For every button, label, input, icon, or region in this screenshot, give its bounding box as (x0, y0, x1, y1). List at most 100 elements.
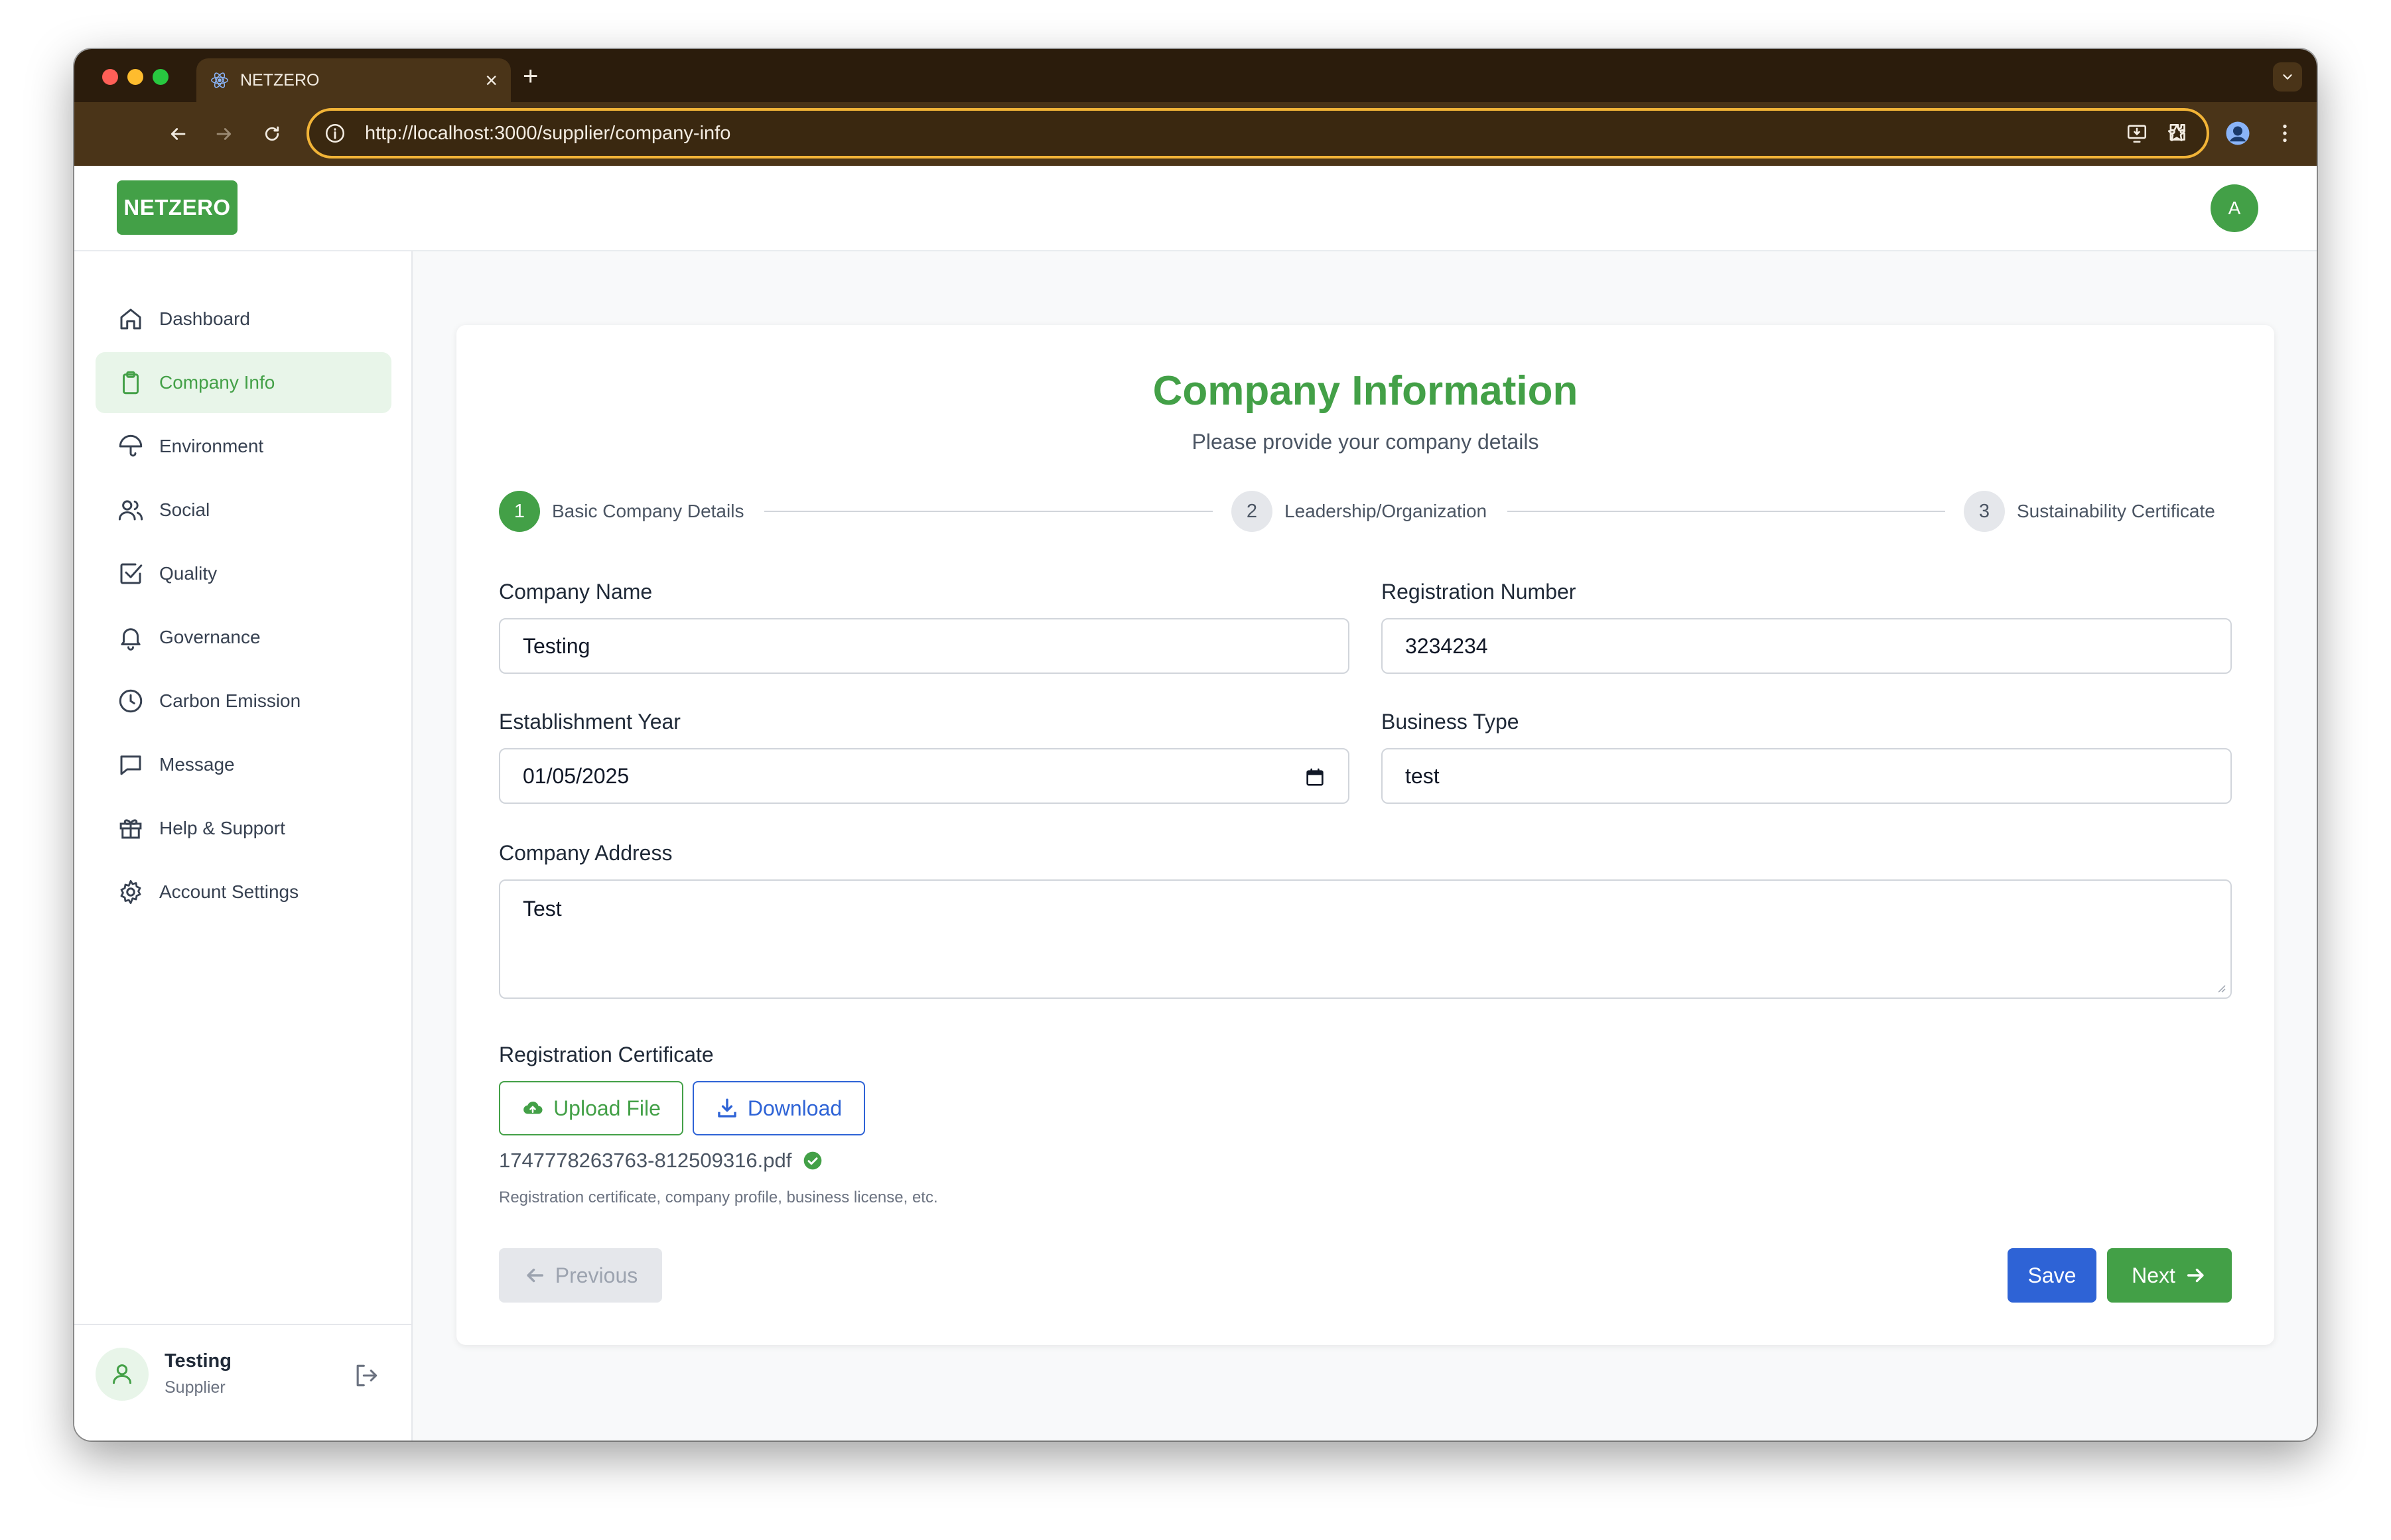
establishment-year-input[interactable]: 01/05/2025 (499, 748, 1349, 804)
users-icon (118, 500, 143, 521)
registration-number-value: 3234234 (1405, 633, 1488, 658)
sidebar-item-dashboard[interactable]: Dashboard (96, 289, 391, 350)
page-title: Company Information (1152, 368, 1578, 414)
page-subtitle: Please provide your company details (1192, 430, 1539, 454)
company-name-label: Company Name (499, 580, 653, 604)
sidebar-item-company-info[interactable]: Company Info (96, 352, 391, 413)
establishment-year-value: 01/05/2025 (523, 763, 630, 788)
profile-avatar-icon[interactable] (2224, 119, 2252, 147)
sidebar-item-label: Dashboard (159, 308, 250, 329)
step-number: 1 (499, 491, 540, 532)
browser-toolbar: http://localhost:3000/supplier/company-i… (74, 102, 2317, 166)
sidebar-item-environment[interactable]: Environment (96, 416, 391, 477)
next-label: Next (2132, 1263, 2175, 1287)
reload-button[interactable] (257, 119, 287, 149)
minimize-window-button[interactable] (127, 69, 143, 85)
sidebar-item-help-support[interactable]: Help & Support (96, 798, 391, 859)
previous-label: Previous (555, 1263, 638, 1287)
step-number: 2 (1231, 491, 1272, 532)
form-stepper: 1 Basic Company Details 2 Leadership/Org… (499, 489, 2232, 533)
tab-title: NETZERO (240, 70, 320, 90)
home-icon (120, 308, 141, 330)
sidebar-item-quality[interactable]: Quality (96, 543, 391, 604)
company-address-textarea[interactable]: Test (499, 879, 2232, 999)
arrow-right-icon (2187, 1268, 2204, 1283)
extensions-puzzle-icon[interactable] (2165, 121, 2191, 146)
maximize-window-button[interactable] (153, 69, 169, 85)
browser-window: NETZERO × + http://localhost:3000/suppli… (74, 49, 2317, 1441)
user-role: Supplier (165, 1378, 226, 1397)
tab-search-button[interactable] (2273, 62, 2302, 92)
download-button[interactable]: Download (693, 1081, 865, 1135)
sidebar-item-label: Company Info (159, 372, 275, 393)
company-info-card: Company Information Please provide your … (456, 325, 2274, 1345)
bell-icon (121, 628, 141, 651)
user-avatar-button[interactable]: A (2211, 184, 2258, 232)
tab-close-icon[interactable]: × (485, 70, 498, 91)
sidebar-nav: Dashboard Company Info Environment Socia… (96, 289, 391, 925)
resize-handle-icon[interactable] (2215, 982, 2226, 994)
step-label: Leadership/Organization (1284, 501, 1487, 521)
user-name: Testing (165, 1350, 232, 1372)
upload-file-button[interactable]: Upload File (499, 1081, 683, 1135)
sidebar-item-governance[interactable]: Governance (96, 607, 391, 668)
arrow-right-icon (216, 128, 232, 140)
step-connector (1507, 511, 1945, 512)
check-square-icon (120, 563, 143, 584)
uploaded-file-name: 1747778263763-812509316.pdf (499, 1149, 792, 1172)
address-bar[interactable]: http://localhost:3000/supplier/company-i… (307, 108, 2209, 159)
business-type-label: Business Type (1381, 710, 1519, 734)
sidebar-item-label: Governance (159, 627, 261, 647)
gear-icon (120, 879, 141, 905)
browser-tab[interactable]: NETZERO × (196, 58, 511, 102)
netzero-logo[interactable]: NETZERO (117, 180, 238, 235)
uploaded-file[interactable]: 1747778263763-812509316.pdf (499, 1149, 823, 1173)
forward-button[interactable] (210, 119, 239, 149)
sidebar-item-social[interactable]: Social (96, 480, 391, 541)
sidebar: Dashboard Company Info Environment Socia… (74, 251, 413, 1441)
save-label: Save (2027, 1263, 2077, 1287)
establishment-year-label: Establishment Year (499, 710, 681, 734)
user-avatar (96, 1348, 149, 1401)
browser-menu-icon[interactable] (2273, 121, 2297, 146)
sidebar-item-label: Social (159, 499, 210, 520)
registration-number-input[interactable]: 3234234 (1381, 618, 2232, 674)
company-name-input[interactable]: Testing (499, 618, 1349, 674)
sidebar-item-carbon-emission[interactable]: Carbon Emission (96, 671, 391, 732)
business-type-input[interactable]: test (1381, 748, 2232, 804)
previous-button[interactable]: Previous (499, 1248, 662, 1303)
umbrella-icon (119, 434, 143, 457)
clock-icon (119, 689, 143, 713)
app-root: NETZERO A Dashboard Company Info Environ… (74, 166, 2317, 1441)
sidebar-item-label: Help & Support (159, 818, 285, 838)
sidebar-item-message[interactable]: Message (96, 734, 391, 795)
sidebar-item-account-settings[interactable]: Account Settings (96, 862, 391, 923)
next-button[interactable]: Next (2107, 1248, 2232, 1303)
certificate-hint: Registration certificate, company profil… (499, 1188, 938, 1206)
react-favicon-icon (211, 72, 228, 88)
gift-icon (119, 819, 142, 839)
back-button[interactable] (163, 119, 192, 149)
install-app-icon[interactable] (2126, 122, 2148, 145)
user-icon (113, 1364, 131, 1384)
company-address-label: Company Address (499, 841, 673, 865)
calendar-icon[interactable] (1304, 767, 1326, 788)
new-tab-button[interactable]: + (523, 60, 538, 93)
arrow-left-icon (527, 1268, 543, 1283)
sidebar-item-label: Quality (159, 563, 218, 584)
app-header: NETZERO A (74, 166, 2317, 251)
close-window-button[interactable] (102, 69, 118, 85)
site-info-icon[interactable] (324, 122, 346, 145)
company-name-value: Testing (523, 633, 590, 658)
chevron-down-icon (2283, 74, 2292, 80)
step-connector (764, 511, 1213, 512)
logout-icon[interactable] (352, 1361, 381, 1390)
registration-certificate-label: Registration Certificate (499, 1043, 714, 1066)
step-sustainability-certificate[interactable]: 3 Sustainability Certificate (1964, 489, 2215, 533)
upload-file-label: Upload File (553, 1096, 661, 1120)
address-url[interactable]: http://localhost:3000/supplier/company-i… (365, 123, 2126, 145)
step-leadership-organization[interactable]: 2 Leadership/Organization (1231, 489, 1487, 533)
save-button[interactable]: Save (2008, 1248, 2096, 1303)
cloud-upload-icon (523, 1102, 543, 1114)
step-basic-company-details[interactable]: 1 Basic Company Details (499, 489, 744, 533)
